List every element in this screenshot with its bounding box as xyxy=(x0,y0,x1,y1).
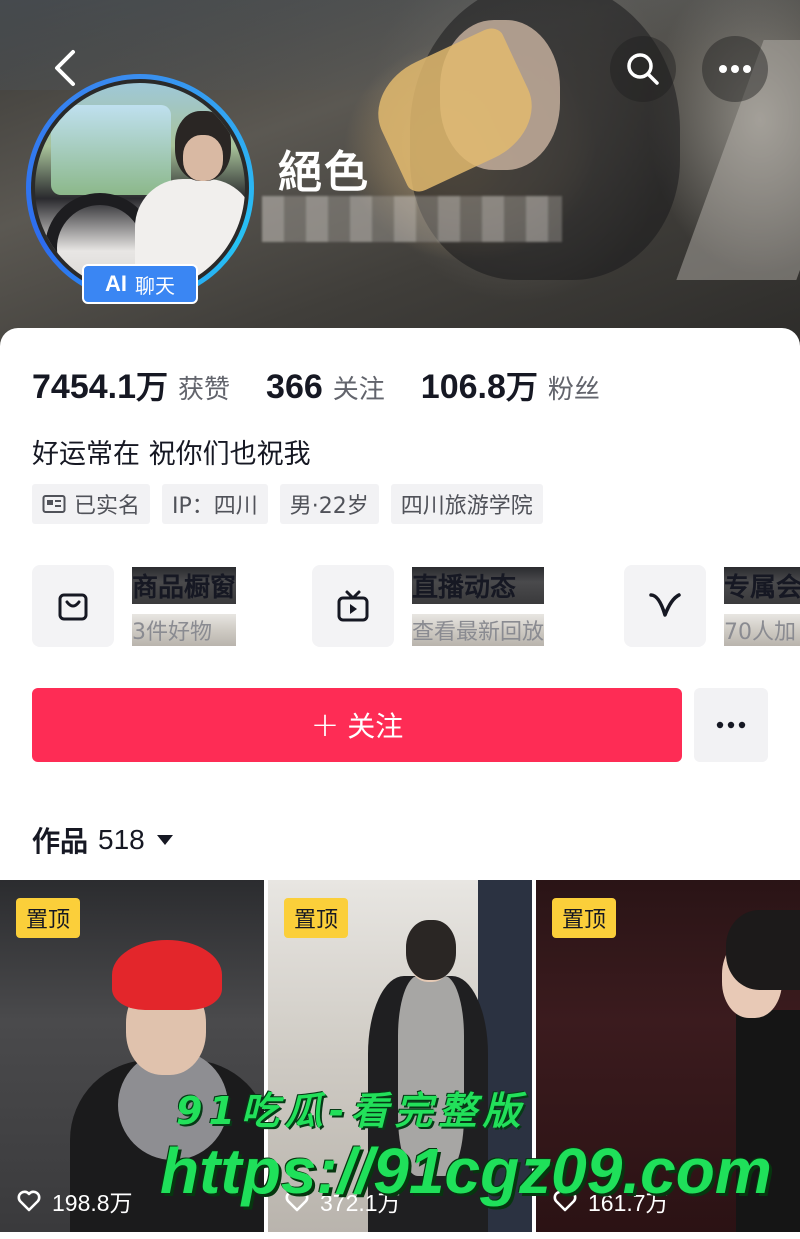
shortcut-shop-title: 商品橱窗 xyxy=(132,566,237,604)
shortcut-shop-icon-box xyxy=(32,565,114,647)
stat-followers-number: 106.8 xyxy=(420,368,506,406)
ai-chat-badge[interactable]: AI 聊天 xyxy=(82,264,198,304)
stat-following[interactable]: 366 关注 xyxy=(266,368,385,407)
works-label: 作品 xyxy=(32,825,89,858)
profile-stats: 7454.1 万 获赞 366 关注 106.8 万 粉丝 xyxy=(32,362,636,408)
search-icon xyxy=(627,53,659,85)
profile-nickname: 絕色 xyxy=(278,147,370,198)
follow-button[interactable]: + 关注 xyxy=(32,688,682,762)
caret-down-icon xyxy=(156,835,173,845)
search-button[interactable] xyxy=(610,36,676,102)
stat-following-number: 366 xyxy=(266,368,323,406)
banner-pixelated-text xyxy=(262,196,562,242)
shortcut-membership-subtitle: 70人加 xyxy=(724,613,800,646)
shortcut-live-subtitle: 查看最新回放 xyxy=(412,613,545,646)
stat-followers-label: 粉丝 xyxy=(547,375,600,405)
back-button[interactable] xyxy=(40,40,90,96)
tag-school[interactable]: 四川旅游学院 xyxy=(390,484,543,524)
shortcut-live-title: 直播动态 xyxy=(412,566,545,604)
shortcut-membership-icon-box xyxy=(624,565,706,647)
profile-shortcuts: 商品橱窗 3件好物 直播动态 查看最新回放 专属会 70人加 xyxy=(32,564,800,648)
works-count: 518 xyxy=(98,824,145,855)
stat-likes-number: 7454.1 xyxy=(32,368,136,406)
tv-play-icon xyxy=(337,590,369,622)
tag-gender-age-label: 男·22岁 xyxy=(289,494,369,519)
shortcut-membership[interactable]: 专属会 70人加 xyxy=(624,564,800,648)
chevron-left-icon xyxy=(55,50,75,86)
tag-verified[interactable]: 已实名 xyxy=(32,484,151,524)
follow-more-button[interactable] xyxy=(694,688,768,762)
shortcut-live[interactable]: 直播动态 查看最新回放 xyxy=(312,564,545,648)
profile-bio: 好运常在 祝你们也祝我 xyxy=(32,439,311,470)
tag-ip-label: IP：四川 xyxy=(172,494,258,519)
tag-gender-age: 男·22岁 xyxy=(279,484,379,524)
stat-followers[interactable]: 106.8 万 粉丝 xyxy=(421,362,600,408)
video-likes-count: 198.8万 xyxy=(52,1190,133,1216)
shortcut-shop-window[interactable]: 商品橱窗 3件好物 xyxy=(32,564,237,648)
profile-tags: 已实名 IP：四川 男·22岁 四川旅游学院 xyxy=(32,484,543,524)
pinned-badge: 置顶 xyxy=(552,898,617,938)
stat-likes-unit: 万 xyxy=(136,368,169,406)
works-tab[interactable]: 作品 518 xyxy=(32,820,175,860)
shopping-bag-icon xyxy=(58,593,88,621)
id-card-icon xyxy=(42,495,66,513)
stat-likes-label: 获赞 xyxy=(178,375,231,405)
pinned-badge: 置顶 xyxy=(16,898,81,938)
shortcut-shop-subtitle: 3件好物 xyxy=(132,613,237,646)
pinned-badge: 置顶 xyxy=(284,898,349,938)
watermark-line-1: 91吃瓜-看完整版 xyxy=(176,1089,527,1133)
tag-ip: IP：四川 xyxy=(162,484,268,524)
tag-school-label: 四川旅游学院 xyxy=(400,494,533,519)
shortcut-membership-title: 专属会 xyxy=(724,566,800,604)
stat-following-label: 关注 xyxy=(332,375,385,405)
plus-icon: + xyxy=(310,705,340,745)
more-options-button[interactable] xyxy=(702,36,768,102)
watermark-line-2: https://91cgz09.com xyxy=(160,1135,772,1207)
more-horizontal-icon xyxy=(716,721,746,729)
more-horizontal-icon xyxy=(719,65,751,73)
ai-badge-label: 聊天 xyxy=(135,273,175,298)
v-badge-icon xyxy=(649,593,681,617)
stat-followers-unit: 万 xyxy=(505,368,538,406)
video-likes: 198.8万 xyxy=(16,1184,133,1218)
stat-likes[interactable]: 7454.1 万 获赞 xyxy=(32,362,230,408)
follow-button-label: 关注 xyxy=(347,710,404,743)
ai-badge-ai: AI xyxy=(105,271,127,296)
heart-outline-icon xyxy=(17,1190,41,1212)
tag-verified-label: 已实名 xyxy=(74,494,141,519)
shortcut-live-icon-box xyxy=(312,565,394,647)
